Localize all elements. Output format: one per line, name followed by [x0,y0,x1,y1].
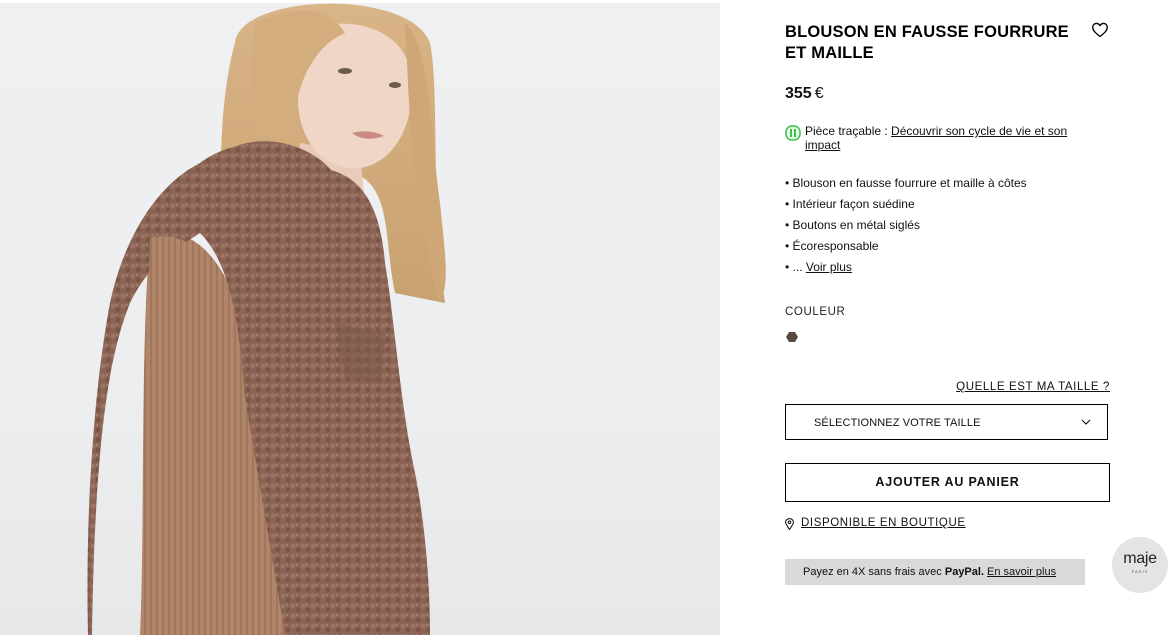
feature-item: • Boutons en métal siglés [785,218,920,232]
feature-item: • Blouson en fausse fourrure et maille à… [785,176,1027,190]
traceability-text: Pièce traçable : Découvrir son cycle de … [805,124,1105,152]
size-guide-link[interactable]: QUELLE EST MA TAILLE ? [956,381,1110,393]
paypal-learn-more-link[interactable]: En savoir plus [987,566,1056,578]
traceability-label: Pièce traçable : [805,124,892,138]
add-to-cart-button[interactable]: AJOUTER AU PANIER [785,463,1110,502]
product-details-panel: BLOUSON EN FAUSSE FOURRURE ET MAILLE 355… [785,0,1115,635]
paypal-brand: PayPal. [944,566,984,578]
product-photo-illustration [87,3,446,635]
product-title: BLOUSON EN FAUSSE FOURRURE ET MAILLE [785,23,1069,62]
paypal-prefix: Payez en 4X sans frais avec [803,566,945,578]
feature-more: • ... Voir plus [785,259,1027,280]
feature-list: • Blouson en fausse fourrure et maille à… [785,175,1027,280]
product-image[interactable] [0,3,720,635]
location-pin-icon [785,518,794,530]
see-more-link[interactable]: Voir plus [806,260,852,274]
store-availability-link[interactable]: DISPONIBLE EN BOUTIQUE [785,517,966,530]
heart-icon [1092,22,1108,38]
size-select[interactable]: SÉLECTIONNEZ VOTRE TAILLE [785,404,1108,440]
paypal-banner: Payez en 4X sans frais avec PayPal. En sa… [785,559,1085,585]
store-availability-text: DISPONIBLE EN BOUTIQUE [801,517,966,529]
color-label: COULEUR [785,306,846,318]
price-currency: € [814,85,824,102]
brand-chat-badge[interactable]: maje PARIS [1112,537,1168,593]
product-price: 355 € [785,85,824,103]
size-select-label: SÉLECTIONNEZ VOTRE TAILLE [814,417,981,429]
wishlist-button[interactable] [1091,22,1111,40]
traceability-icon [785,125,801,141]
traceability-info: Pièce traçable : Découvrir son cycle de … [785,124,1105,152]
feature-more-prefix: • ... [785,260,806,274]
feature-item: • Intérieur façon suédine [785,197,915,211]
color-swatch[interactable] [786,331,798,343]
brand-logo-subtitle: PARIS [1131,569,1149,574]
chevron-down-icon [1081,419,1091,425]
feature-item: • Écoresponsable [785,239,879,253]
brand-logo: maje [1123,550,1157,567]
price-amount: 355 [785,85,812,102]
